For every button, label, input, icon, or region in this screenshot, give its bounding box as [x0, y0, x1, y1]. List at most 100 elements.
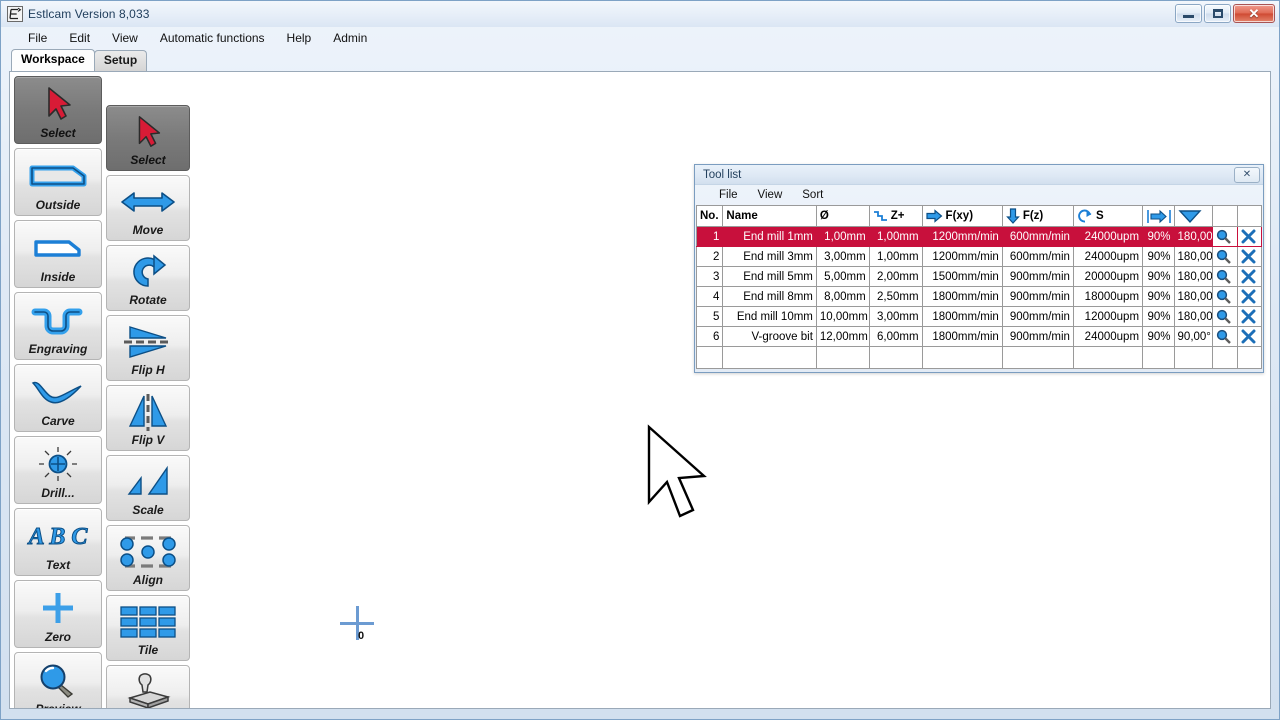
menu-item-view[interactable]: View	[101, 29, 149, 47]
cell-spindle-speed[interactable]: 24000upm	[1072, 226, 1144, 247]
tool-list-menu-view[interactable]: View	[748, 188, 793, 202]
cell-stepover[interactable]: 90%	[1142, 326, 1175, 347]
cell-stepover[interactable]: 90%	[1142, 246, 1175, 267]
table-row[interactable]: 4 End mill 8mm 8,00mm 2,50mm 1800mm/min …	[695, 286, 1263, 307]
cell-name[interactable]: End mill 8mm	[722, 286, 817, 307]
table-row[interactable]: 6 V-groove bit 12,00mm 6,00mm 1800mm/min…	[695, 326, 1263, 347]
menu-item-admin[interactable]: Admin	[322, 29, 378, 47]
cell-stepover[interactable]: 90%	[1142, 286, 1175, 307]
close-icon[interactable]: ✕	[1233, 4, 1275, 23]
workspace-canvas[interactable]: Select Outside Inside Engraving Carve Dr…	[9, 71, 1271, 709]
cell-zplus[interactable]	[868, 346, 923, 369]
column-header-fz[interactable]: F(z)	[1001, 205, 1074, 227]
menu-item-edit[interactable]: Edit	[58, 29, 101, 47]
cell-fxy[interactable]: 1800mm/min	[921, 286, 1003, 307]
cell-spindle-speed[interactable]: 24000upm	[1072, 246, 1144, 267]
table-row[interactable]: 5 End mill 10mm 10,00mm 3,00mm 1800mm/mi…	[695, 306, 1263, 327]
cell-stepover[interactable]: 90%	[1142, 266, 1175, 287]
menu-item-help[interactable]: Help	[276, 29, 323, 47]
tool-button-move[interactable]: Move	[106, 175, 190, 241]
cell-spindle-speed[interactable]: 12000upm	[1072, 306, 1144, 327]
cell-zplus[interactable]: 2,50mm	[868, 286, 923, 307]
cell-diameter[interactable]: 3,00mm	[815, 246, 870, 267]
table-row[interactable]: 2 End mill 3mm 3,00mm 1,00mm 1200mm/min …	[695, 246, 1263, 267]
cell-spindle-speed[interactable]: 20000upm	[1072, 266, 1144, 287]
tool-button-preview[interactable]: Preview	[14, 652, 102, 708]
tool-button-rotate[interactable]: Rotate	[106, 245, 190, 311]
maximize-icon[interactable]	[1204, 4, 1231, 23]
column-header-angle[interactable]	[1173, 205, 1214, 227]
tool-button-engraving[interactable]: Engraving	[14, 292, 102, 360]
cell-zplus[interactable]: 1,00mm	[868, 246, 923, 267]
cell-fxy[interactable]: 1500mm/min	[921, 266, 1003, 287]
tool-list-menu-file[interactable]: File	[709, 188, 748, 202]
column-header-fxy[interactable]: F(xy)	[921, 205, 1003, 227]
cell-angle[interactable]: 90,00°	[1173, 326, 1214, 347]
cell-fz[interactable]: 600mm/min	[1001, 246, 1074, 267]
column-header-stepover[interactable]	[1142, 205, 1175, 227]
cell-angle[interactable]: 180,00°	[1173, 226, 1214, 247]
cell-name[interactable]	[722, 346, 817, 369]
tool-list-menu-sort[interactable]: Sort	[792, 188, 833, 202]
close-icon[interactable]: ✕	[1234, 167, 1260, 183]
cell-fz[interactable]: 900mm/min	[1001, 286, 1074, 307]
cell-angle[interactable]: 180,00°	[1173, 266, 1214, 287]
cell-diameter[interactable]: 5,00mm	[815, 266, 870, 287]
cell-fxy[interactable]: 1200mm/min	[921, 226, 1003, 247]
tool-button-align[interactable]: Align	[106, 525, 190, 591]
cell-fz[interactable]: 600mm/min	[1001, 226, 1074, 247]
cell-stepover[interactable]: 90%	[1142, 226, 1175, 247]
tool-button-tile[interactable]: Tile	[106, 595, 190, 661]
tool-button-text[interactable]: A B C Text	[14, 508, 102, 576]
menu-item-file[interactable]: File	[17, 29, 58, 47]
row-search-button[interactable]	[1212, 246, 1238, 267]
cell-zplus[interactable]: 3,00mm	[868, 306, 923, 327]
minimize-icon[interactable]	[1175, 4, 1202, 23]
cell-fxy[interactable]: 1800mm/min	[921, 306, 1003, 327]
cell-diameter[interactable]: 12,00mm	[815, 326, 870, 347]
cell-angle[interactable]: 180,00°	[1173, 246, 1214, 267]
row-delete-button[interactable]	[1236, 246, 1263, 267]
row-delete-button[interactable]	[1236, 306, 1263, 327]
cell-zplus[interactable]: 2,00mm	[868, 266, 923, 287]
cell-diameter[interactable]: 8,00mm	[815, 286, 870, 307]
tool-button-inside[interactable]: Inside	[14, 220, 102, 288]
tool-button-scale[interactable]: Scale	[106, 455, 190, 521]
cell-name[interactable]: End mill 3mm	[722, 246, 817, 267]
cell-name[interactable]: End mill 10mm	[722, 306, 817, 327]
tool-button-drill[interactable]: Drill...	[14, 436, 102, 504]
cell-diameter[interactable]: 1,00mm	[815, 226, 870, 247]
column-header-diameter[interactable]: Ø	[815, 205, 870, 227]
row-delete-button[interactable]	[1236, 286, 1263, 307]
column-header-no[interactable]: No.	[695, 205, 724, 227]
tool-button-flip-h[interactable]: Flip H	[106, 315, 190, 381]
cell-stepover[interactable]: 90%	[1142, 306, 1175, 327]
cell-fz[interactable]	[1001, 346, 1074, 369]
cell-angle[interactable]	[1173, 346, 1214, 369]
cell-diameter[interactable]: 10,00mm	[815, 306, 870, 327]
cell-name[interactable]: V-groove bit	[722, 326, 817, 347]
column-header-s[interactable]: S	[1072, 205, 1144, 227]
cell-angle[interactable]: 180,00°	[1173, 286, 1214, 307]
row-search-button[interactable]	[1212, 306, 1238, 327]
tool-button-carve[interactable]: Carve	[14, 364, 102, 432]
column-header-zplus[interactable]: Z+	[868, 205, 923, 227]
tool-button-outside[interactable]: Outside	[14, 148, 102, 216]
row-search-button[interactable]	[1212, 226, 1238, 247]
cell-zplus[interactable]: 6,00mm	[868, 326, 923, 347]
cell-fz[interactable]: 900mm/min	[1001, 266, 1074, 287]
row-search-button[interactable]	[1212, 286, 1238, 307]
tool-button-flip-v[interactable]: Flip V	[106, 385, 190, 451]
cell-stepover[interactable]	[1142, 346, 1175, 369]
cell-fz[interactable]: 900mm/min	[1001, 326, 1074, 347]
row-search-button[interactable]	[1212, 326, 1238, 347]
cell-zplus[interactable]: 1,00mm	[868, 226, 923, 247]
tab-setup[interactable]: Setup	[93, 50, 148, 71]
row-search-button[interactable]	[1212, 266, 1238, 287]
tool-button-zero[interactable]: Zero	[14, 580, 102, 648]
tool-button-select[interactable]: Select	[14, 76, 102, 144]
table-row[interactable]: 3 End mill 5mm 5,00mm 2,00mm 1500mm/min …	[695, 266, 1263, 287]
row-delete-button[interactable]	[1236, 266, 1263, 287]
tab-workspace[interactable]: Workspace	[11, 49, 95, 71]
cell-spindle-speed[interactable]	[1072, 346, 1144, 369]
